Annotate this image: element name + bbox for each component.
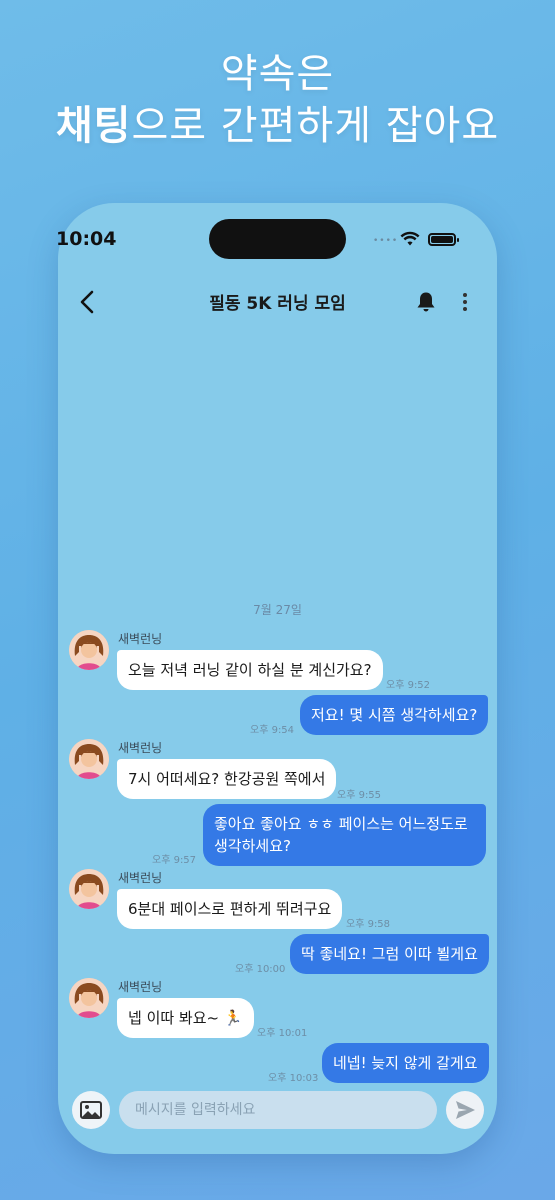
- wifi-icon: [400, 231, 420, 246]
- sender-name: 새벽런닝: [118, 871, 163, 885]
- battery-icon: [428, 233, 459, 246]
- message-input[interactable]: [119, 1091, 437, 1129]
- incoming-message[interactable]: 7시 어떠세요? 한강공원 쪽에서: [117, 759, 337, 799]
- outgoing-message[interactable]: 딱 좋네요! 그럼 이따 뵐게요: [290, 934, 489, 974]
- avatar[interactable]: [69, 630, 109, 670]
- signal-dots: ••••: [373, 236, 399, 246]
- avatar[interactable]: [69, 739, 109, 779]
- message-time: 오후 9:58: [346, 919, 391, 930]
- incoming-message[interactable]: 6분대 페이스로 편하게 뛰려구요: [117, 889, 343, 929]
- message-time: 오후 9:54: [250, 725, 295, 736]
- message-time: 오후 9:57: [152, 855, 197, 866]
- outgoing-message[interactable]: 좋아요 좋아요 ㅎㅎ 페이스는 어느정도로 생각하세요?: [203, 804, 486, 866]
- headline-line2: 채팅으로 간편하게 잡아요: [0, 100, 555, 152]
- send-button[interactable]: [446, 1091, 484, 1129]
- date-separator: 7월 27일: [253, 603, 302, 617]
- sender-name: 새벽런닝: [118, 980, 163, 994]
- message-time: 오후 10:00: [235, 964, 286, 975]
- avatar[interactable]: [69, 869, 109, 909]
- headline-line1: 약속은: [220, 51, 335, 97]
- message-time: 오후 9:55: [337, 790, 382, 801]
- outgoing-message[interactable]: 저요! 몇 시쯤 생각하세요?: [300, 695, 489, 735]
- status-time: 10:04: [56, 228, 117, 250]
- more-vertical-icon[interactable]: [457, 290, 473, 314]
- send-icon: [456, 1101, 475, 1119]
- bell-icon[interactable]: [414, 290, 438, 314]
- attach-image-button[interactable]: [72, 1091, 110, 1129]
- image-icon: [80, 1101, 102, 1119]
- sender-name: 새벽런닝: [118, 632, 163, 646]
- headline-rest: 으로 간편하게 잡아요: [131, 103, 500, 149]
- sender-name: 새벽런닝: [118, 741, 163, 755]
- message-time: 오후 10:03: [268, 1073, 319, 1084]
- headline-bold: 채팅: [55, 103, 132, 149]
- avatar[interactable]: [69, 978, 109, 1018]
- dynamic-island: [209, 219, 346, 259]
- incoming-message[interactable]: 오늘 저녁 러닝 같이 하실 분 계신가요?: [117, 650, 383, 690]
- headline: 약속은 채팅으로 간편하게 잡아요: [0, 48, 555, 152]
- chat-title: 필동 5K 러닝 모임: [209, 294, 346, 314]
- message-time: 오후 10:01: [257, 1028, 308, 1039]
- back-chevron-icon[interactable]: [76, 288, 100, 316]
- outgoing-message[interactable]: 네넵! 늦지 않게 갈게요: [322, 1043, 489, 1083]
- message-time: 오후 9:52: [386, 680, 431, 691]
- incoming-message[interactable]: 넵 이따 봐요~ 🏃: [117, 998, 254, 1038]
